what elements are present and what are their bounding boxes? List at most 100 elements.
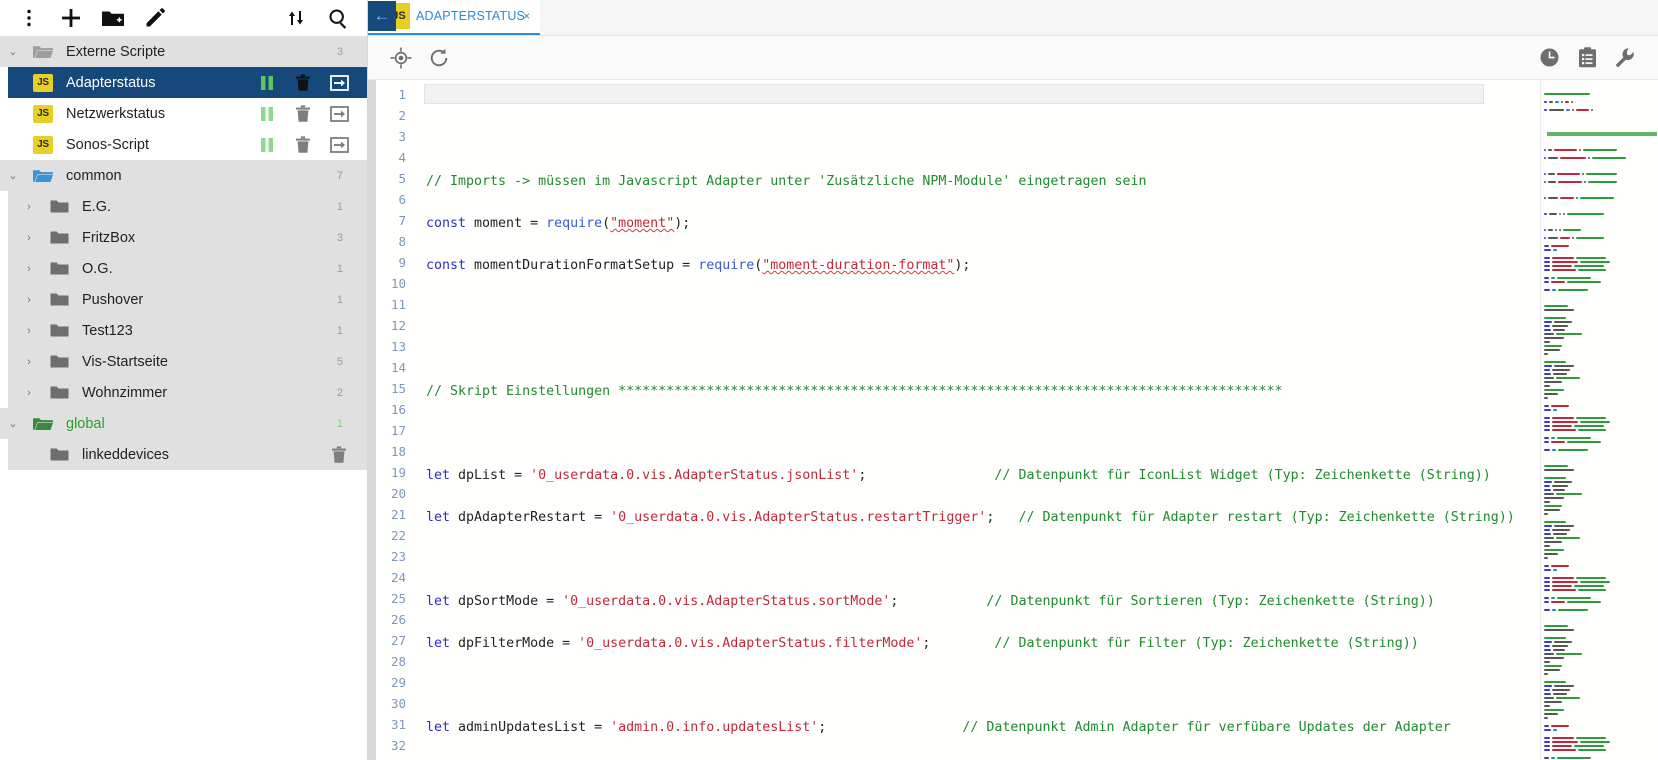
code-line[interactable] [416, 738, 1658, 759]
sort-icon[interactable] [275, 1, 317, 35]
tree-folder-label: O.G. [82, 260, 113, 277]
delete-icon[interactable] [285, 130, 321, 160]
chevron-down-icon[interactable]: ⌄ [0, 169, 26, 182]
chevron-right-icon[interactable]: › [16, 387, 42, 399]
code-line[interactable] [416, 402, 1658, 423]
code-line[interactable] [416, 318, 1658, 339]
more-vert-icon[interactable] [8, 1, 50, 35]
add-icon[interactable] [50, 1, 92, 35]
delete-icon[interactable] [285, 99, 321, 129]
refresh-icon[interactable] [420, 39, 458, 77]
code-line[interactable] [416, 129, 1658, 150]
code-line[interactable] [416, 654, 1658, 675]
code-line[interactable]: const moment = require("moment"); [416, 213, 1658, 234]
editor-scrollbar[interactable] [368, 80, 376, 760]
chevron-down-icon[interactable]: ⌄ [0, 417, 26, 430]
tree-folder-label: FritzBox [82, 229, 136, 246]
chevron-right-icon[interactable]: › [16, 294, 42, 306]
script-item-netzwerkstatus[interactable]: JS Netzwerkstatus [0, 98, 367, 129]
tree-folder-wohnzimmer[interactable]: › Wohnzimmer 2 [0, 377, 367, 408]
edit-icon[interactable] [134, 1, 176, 35]
code-minimap[interactable] [1540, 80, 1658, 760]
code-line[interactable] [416, 192, 1658, 213]
tree-folder-fritzbox[interactable]: › FritzBox 3 [0, 222, 367, 253]
code-content[interactable]: // Imports -> müssen im Javascript Adapt… [416, 80, 1658, 760]
chevron-right-icon[interactable]: › [16, 263, 42, 275]
tree-folder-test123[interactable]: › Test123 1 [0, 315, 367, 346]
code-token: let [426, 594, 451, 609]
tab-adapterstatus[interactable]: ← JS ADAPTERSTATUS × [368, 0, 541, 35]
chevron-right-icon[interactable]: › [16, 201, 42, 213]
wrench-icon[interactable] [1606, 39, 1644, 77]
code-line[interactable]: let adminUpdatesList = 'admin.0.info.upd… [416, 717, 1658, 738]
chevron-right-icon[interactable]: › [16, 325, 42, 337]
delete-icon[interactable] [285, 68, 321, 98]
code-line[interactable] [416, 570, 1658, 591]
new-folder-icon[interactable] [92, 1, 134, 35]
pause-icon[interactable] [249, 68, 285, 98]
clipboard-list-icon[interactable] [1568, 39, 1606, 77]
locate-icon[interactable] [382, 39, 420, 77]
close-icon[interactable]: × [523, 9, 540, 23]
script-item-sonos-script[interactable]: JS Sonos-Script [0, 129, 367, 160]
tree-folder-count: 5 [336, 355, 343, 368]
code-line[interactable] [416, 486, 1658, 507]
script-item-label: Netzwerkstatus [66, 105, 166, 122]
code-line[interactable] [416, 528, 1658, 549]
code-line[interactable] [416, 360, 1658, 381]
arrow-left-icon[interactable]: ← [368, 1, 396, 31]
pause-icon[interactable] [249, 130, 285, 160]
code-token: 'admin.0.info.updatesList' [610, 720, 819, 735]
code-line[interactable] [416, 423, 1658, 444]
tree-folder-og[interactable]: › O.G. 1 [0, 253, 367, 284]
tree-group-count: 1 [336, 417, 343, 430]
code-line[interactable]: // Skript Einstellungen ****************… [416, 381, 1658, 402]
export-icon[interactable] [321, 130, 357, 160]
code-line[interactable] [416, 150, 1658, 171]
code-line[interactable]: const momentDurationFormatSetup = requir… [416, 255, 1658, 276]
code-token: '0_userdata.0.vis.AdapterStatus.jsonList… [530, 468, 859, 483]
tree-folder-pushover[interactable]: › Pushover 1 [0, 284, 367, 315]
code-line[interactable] [416, 339, 1658, 360]
chevron-down-icon[interactable]: ⌄ [0, 45, 26, 58]
code-line[interactable] [416, 675, 1658, 696]
tree-folder-eg[interactable]: › E.G. 1 [0, 191, 367, 222]
tree-folder-label: Pushover [82, 291, 144, 308]
script-item-actions [249, 99, 367, 129]
export-icon[interactable] [321, 99, 357, 129]
script-item-adapterstatus[interactable]: JS Adapterstatus [0, 67, 367, 98]
code-line[interactable] [416, 549, 1658, 570]
code-line[interactable] [416, 234, 1658, 255]
code-token: let [426, 510, 451, 525]
tree-group-externe-scripte[interactable]: ⌄ Externe Scripte 3 [0, 36, 367, 67]
code-token: ; [986, 510, 1019, 525]
code-line[interactable]: let dpAdapterRestart = '0_userdata.0.vis… [416, 507, 1658, 528]
tree-folder-count: 1 [336, 324, 343, 337]
code-line[interactable]: let dpList = '0_userdata.0.vis.AdapterSt… [416, 465, 1658, 486]
code-line[interactable] [416, 612, 1658, 633]
minimap-line [1541, 132, 1658, 136]
search-icon[interactable] [317, 1, 359, 35]
chevron-right-icon[interactable]: › [16, 232, 42, 244]
code-token: // Datenpunkt Admin Adapter für verfübar… [962, 720, 1451, 735]
code-editor[interactable]: 1 2 3 4 5 6 7 8 9 10 11 12 13 14 15 16 17 18 19 20 21 22 23 24 2… [368, 80, 1658, 760]
export-icon[interactable] [321, 68, 357, 98]
tree-group-count: 3 [336, 45, 343, 58]
code-line[interactable] [416, 444, 1658, 465]
chevron-right-icon[interactable]: › [16, 356, 42, 368]
code-line[interactable] [416, 276, 1658, 297]
code-line[interactable]: let dpSortMode = '0_userdata.0.vis.Adapt… [416, 591, 1658, 612]
clock-icon[interactable] [1530, 39, 1568, 77]
pause-icon[interactable] [249, 99, 285, 129]
tree-folder-linkeddevices[interactable]: linkeddevices [0, 439, 367, 470]
code-line[interactable]: let dpFilterMode = '0_userdata.0.vis.Ada… [416, 633, 1658, 654]
tree-folder-vis-startseite[interactable]: › Vis-Startseite 5 [0, 346, 367, 377]
tree-group-common[interactable]: ⌄ common 7 [0, 160, 367, 191]
tree-group-global[interactable]: ⌄ global 1 [0, 408, 367, 439]
code-line[interactable] [416, 696, 1658, 717]
code-line[interactable] [416, 297, 1658, 318]
code-line[interactable]: // Imports -> müssen im Javascript Adapt… [416, 171, 1658, 192]
delete-icon[interactable] [321, 440, 357, 470]
tree-group-label: Externe Scripte [66, 43, 166, 60]
code-token: "moment" [610, 216, 675, 231]
